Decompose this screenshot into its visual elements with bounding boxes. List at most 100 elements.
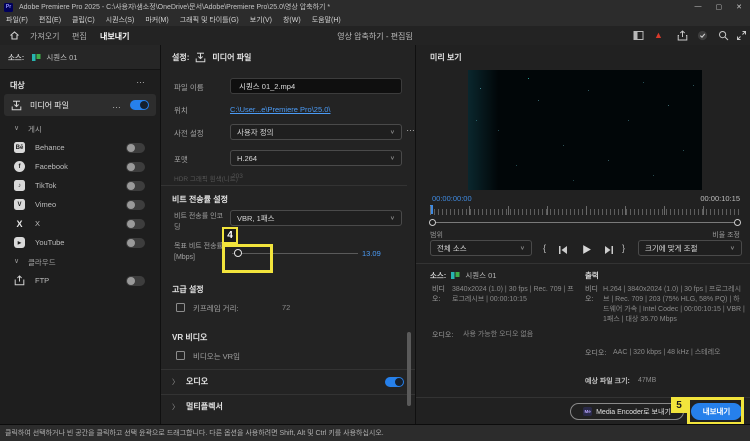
audio-chevron-icon[interactable]: 〉 [172, 377, 179, 387]
mark-in-button[interactable]: { [543, 243, 546, 253]
sidebar-item-vimeo[interactable]: V Vimeo [4, 196, 156, 213]
step-forward-button[interactable] [604, 245, 614, 255]
export-media-icon [11, 100, 22, 111]
audio-section-header[interactable]: 오디오 [186, 376, 208, 387]
chevron-down-icon: ∨ [389, 155, 395, 162]
preview-video[interactable] [468, 70, 702, 190]
chevron-down-icon: ∨ [519, 245, 525, 252]
format-dropdown[interactable]: H.264 ∨ [230, 150, 402, 166]
menu-sequence[interactable]: 시퀀스(S) [106, 15, 135, 25]
app-icon: Pr [4, 2, 13, 12]
vimeo-toggle[interactable] [126, 199, 145, 210]
multiplexer-section-header[interactable]: 멀티플렉서 [186, 401, 223, 412]
sidebar-item-x[interactable]: X X [4, 215, 156, 232]
preset-label: 사전 설정 [174, 129, 204, 138]
sidebar-item-behance[interactable]: Bē Behance [4, 139, 156, 156]
preset-value: 사용자 정의 [237, 127, 274, 137]
sidebar-item-media-file[interactable]: 미디어 파일 … [4, 94, 156, 116]
cloud-chevron-icon[interactable]: ∨ [14, 257, 19, 265]
annotation-step5-number: 5 [676, 399, 682, 411]
settings-header-label: 설정: [172, 53, 190, 62]
check-circle-icon[interactable] [697, 30, 708, 41]
behance-toggle[interactable] [126, 142, 145, 153]
keyframe-label: 키프레임 거리: [193, 304, 239, 313]
source-video-info: 3840x2024 (1.0) | 30 fps | Rec. 709 | 프로… [452, 286, 574, 303]
menu-view[interactable]: 보기(V) [250, 15, 272, 25]
tab-edit[interactable]: 편집 [72, 31, 87, 42]
publish-chevron-icon[interactable]: ∨ [14, 124, 19, 132]
expand-icon[interactable] [736, 30, 747, 41]
divider [416, 263, 750, 264]
app-header: 가져오기 편집 내보내기 영상 압축하기 - 편집됨 ▲ [0, 26, 750, 47]
x-toggle[interactable] [126, 218, 145, 229]
vr-checkbox-label: 비디오는 VR임 [193, 352, 241, 361]
preset-dropdown[interactable]: 사용자 정의 ∨ [230, 124, 402, 140]
output-audio-info: AAC | 320 kbps | 48 kHz | 스테레오 [613, 349, 721, 356]
tab-import[interactable]: 가져오기 [30, 31, 59, 42]
file-name-input[interactable]: 시퀀스 01_2.mp4 [230, 78, 402, 94]
minimize-button[interactable]: — [695, 3, 702, 11]
range-dropdown[interactable]: 전체 소스 ∨ [430, 240, 532, 256]
preset-menu-button[interactable]: … [406, 124, 416, 133]
destination-menu-button[interactable]: … [136, 76, 146, 85]
annotation-step5-box [687, 397, 744, 425]
menu-help[interactable]: 도움말(H) [312, 15, 341, 25]
cloud-header: 클라우드 [28, 258, 56, 267]
close-button[interactable]: ✕ [736, 3, 742, 11]
facebook-icon: f [14, 161, 25, 172]
keyframe-value: 72 [282, 303, 291, 312]
keyframe-checkbox[interactable] [176, 303, 185, 312]
sidebar-item-ftp[interactable]: FTP [4, 272, 156, 289]
maximize-button[interactable]: ▢ [716, 3, 723, 11]
settings-scrollbar[interactable] [407, 332, 411, 406]
menu-clip[interactable]: 클립(C) [72, 15, 95, 25]
window-title: Adobe Premiere Pro 2025 - C:\사용자\샘소정\One… [19, 4, 331, 11]
media-file-menu-button[interactable]: … [112, 101, 122, 110]
timecode-current: 00:00:00:00 [432, 194, 472, 203]
tiktok-toggle[interactable] [126, 180, 145, 191]
audio-toggle[interactable] [385, 377, 404, 387]
sidebar-item-facebook[interactable]: f Facebook [4, 158, 156, 175]
menu-marker[interactable]: 마커(M) [145, 15, 168, 25]
ftp-toggle[interactable] [126, 275, 145, 286]
media-encoder-button[interactable]: Me Media Encoder로 보내기 [570, 403, 684, 420]
media-encoder-label: Media Encoder로 보내기 [596, 408, 671, 416]
menu-edit[interactable]: 편집(E) [39, 15, 61, 25]
bitrate-encoding-dropdown[interactable]: VBR, 1패스 ∨ [230, 210, 402, 226]
starfield [468, 70, 469, 71]
project-title: 영상 압축하기 - 편집됨 [337, 32, 413, 41]
range-out-handle[interactable] [734, 219, 741, 226]
location-link[interactable]: C:\User...e\Premiere Pro\25.0\ [230, 105, 330, 114]
behance-icon: Bē [14, 142, 25, 153]
facebook-toggle[interactable] [126, 161, 145, 172]
sequence-icon [32, 53, 41, 62]
preview-ruler-major-ticks [430, 206, 742, 215]
vimeo-label: Vimeo [35, 200, 57, 209]
sidebar-item-tiktok[interactable]: ♪ TikTok [4, 177, 156, 194]
media-file-toggle[interactable] [130, 100, 149, 110]
menu-graphics[interactable]: 그래픽 및 타이틀(G) [180, 15, 239, 25]
play-button[interactable] [581, 244, 592, 255]
output-video-label: 비디오: [585, 286, 598, 303]
vr-checkbox[interactable] [176, 351, 185, 360]
step-back-button[interactable] [558, 245, 568, 255]
clipped-row-label: HDR 그래픽 흰색(니트) [174, 176, 238, 183]
search-icon[interactable] [718, 30, 729, 41]
menu-window[interactable]: 창(W) [283, 15, 301, 25]
workspace-icon[interactable] [633, 30, 644, 41]
target-bitrate-value: 13.09 [362, 249, 381, 258]
format-label: 포맷 [174, 155, 188, 164]
range-track[interactable] [433, 222, 737, 223]
mark-out-button[interactable]: } [622, 243, 625, 253]
scale-dropdown[interactable]: 크기에 맞게 조절 ∨ [638, 240, 742, 256]
location-label: 위치 [174, 106, 188, 115]
menu-file[interactable]: 파일(F) [6, 15, 28, 25]
advanced-section-header: 고급 설정 [172, 285, 204, 294]
warning-icon[interactable]: ▲ [654, 30, 663, 40]
share-icon[interactable] [677, 30, 688, 41]
sidebar-item-youtube[interactable]: ▶ YouTube [4, 234, 156, 251]
range-in-handle[interactable] [429, 219, 436, 226]
multiplexer-chevron-icon[interactable]: 〉 [172, 402, 179, 412]
home-icon[interactable] [9, 30, 20, 41]
youtube-toggle[interactable] [126, 237, 145, 248]
